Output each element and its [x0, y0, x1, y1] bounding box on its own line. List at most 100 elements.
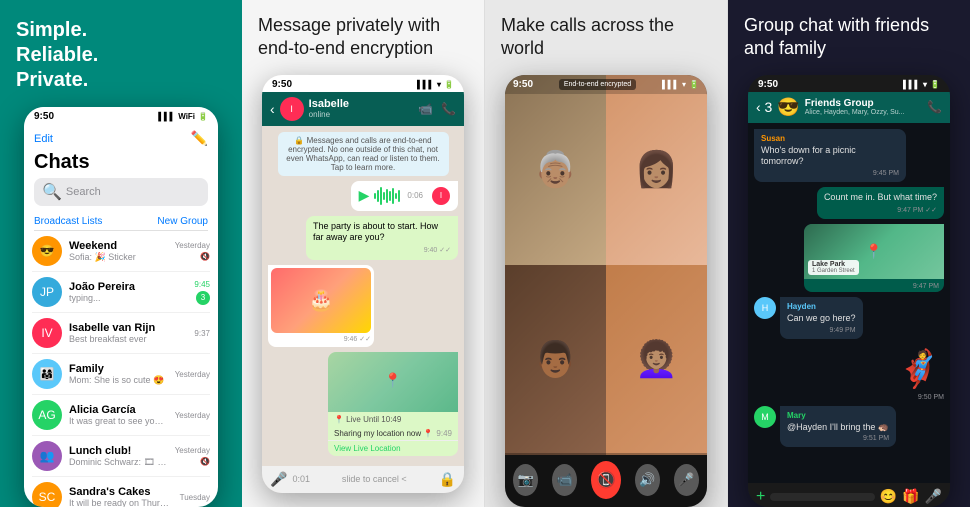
- status-icons-4: ▌▌▌ ▾ 🔋: [903, 80, 940, 89]
- status-bar-2: 9:50 ▌▌▌ ▾ 🔋: [262, 75, 464, 92]
- location-time: 9:47 PM: [809, 283, 939, 290]
- new-group-button[interactable]: New Group: [157, 216, 208, 227]
- panel-2: Message privately with end-to-end encryp…: [242, 0, 485, 507]
- message-text: Count me in. But what time?: [824, 192, 937, 204]
- list-item[interactable]: 👨‍👩‍👧 Family Mom: She is so cute 😍 Yeste…: [32, 354, 210, 395]
- call-icon[interactable]: 📞: [441, 102, 456, 116]
- list-item[interactable]: 😎 Weekend Sofia: 🎉 Sticker Yesterday 🔇: [32, 231, 210, 272]
- chat-meta: 9:45 3: [194, 280, 210, 305]
- play-icon[interactable]: ▶: [359, 187, 370, 204]
- list-item[interactable]: AG Alicia García It was great to see you…: [32, 395, 210, 436]
- signal-icon: ▌▌▌: [158, 112, 175, 121]
- edit-button[interactable]: Edit: [34, 133, 53, 145]
- message-text: Can we go here?: [787, 313, 856, 325]
- location-map: 📍 Lake Park 1 Garden Street: [804, 224, 944, 279]
- wifi-icon: ▾: [437, 80, 441, 89]
- sticker-icon[interactable]: 🎁: [902, 488, 919, 505]
- panel-4-headline: Group chat with friends and family: [744, 14, 954, 61]
- mic-icon[interactable]: 🎤: [270, 471, 287, 488]
- group-header-actions: 📞: [927, 100, 942, 114]
- avatar: JP: [32, 277, 62, 307]
- add-icon[interactable]: +: [756, 488, 765, 506]
- video-call-icon[interactable]: 📹: [418, 102, 433, 116]
- chat-meta: Yesterday 🔇: [175, 446, 210, 466]
- chat-meta: Yesterday 🔇: [175, 241, 210, 261]
- chat-name: Alicia García: [69, 404, 168, 416]
- sharing-row: Sharing my location now 📍 9:49: [328, 427, 458, 440]
- chat-time: Yesterday: [175, 241, 210, 250]
- location-name: Lake Park: [812, 261, 855, 268]
- video-cell-4: 👩🏽‍🦱: [606, 265, 707, 455]
- group-info: Friends Group Alice, Hayden, Mary, Ozzy,…: [805, 98, 905, 116]
- list-item[interactable]: SC Sandra's Cakes It will be ready on Th…: [32, 477, 210, 507]
- broadcast-label[interactable]: Broadcast Lists: [34, 216, 102, 227]
- compose-button[interactable]: ✏️: [191, 130, 208, 147]
- search-bar[interactable]: 🔍 Search: [34, 178, 208, 206]
- wave-bar: [386, 189, 388, 203]
- video-button[interactable]: 📹: [552, 464, 577, 496]
- panel-3-headline: Make calls across the world: [501, 14, 711, 61]
- group-name: Friends Group: [805, 98, 905, 109]
- chat-preview: Mom: She is so cute 😍: [69, 375, 168, 386]
- chat-name: Weekend: [69, 240, 168, 252]
- sharing-text: Sharing my location now 📍: [334, 429, 433, 438]
- wave-bar: [392, 188, 394, 204]
- signal-icon: ▌▌▌: [903, 80, 920, 89]
- chat-meta: Tuesday: [180, 493, 210, 502]
- avatar: AG: [32, 400, 62, 430]
- status-time-3: 9:50: [513, 79, 533, 90]
- hayden-avatar: H: [754, 297, 776, 319]
- end-call-button[interactable]: 📵: [591, 461, 621, 499]
- search-placeholder: Search: [66, 186, 101, 198]
- panel-4: Group chat with friends and family 9:50 …: [728, 0, 970, 507]
- mute-button[interactable]: 🎤: [674, 464, 699, 496]
- avatar: 😎: [32, 236, 62, 266]
- audio-duration: 0:06: [407, 191, 423, 200]
- group-header: ‹ 3 😎 Friends Group Alice, Hayden, Mary,…: [748, 92, 950, 123]
- list-item[interactable]: 👥 Lunch club! Dominic Schwarz: 🎞 GIF Yes…: [32, 436, 210, 477]
- view-location-button[interactable]: View Live Location: [328, 440, 458, 456]
- mary-avatar: M: [754, 406, 776, 428]
- list-item[interactable]: JP João Pereira typing... 9:45 3: [32, 272, 210, 313]
- wave-bar: [383, 192, 385, 200]
- list-item[interactable]: IV Isabelle van Rijn Best breakfast ever…: [32, 313, 210, 354]
- chat-info: Isabelle van Rijn Best breakfast ever: [69, 322, 187, 344]
- sender-name: Hayden: [787, 302, 856, 311]
- mic-icon[interactable]: 🎤: [925, 488, 942, 505]
- back-icon[interactable]: ‹: [270, 101, 275, 117]
- chats-title: Chats: [34, 151, 208, 178]
- battery-icon: 🔋: [198, 112, 208, 121]
- message-text: Who's down for a picnic tomorrow?: [761, 145, 899, 168]
- video-cell-1: 👵🏽: [505, 75, 606, 265]
- chat-name: Sandra's Cakes: [69, 486, 173, 498]
- call-icon[interactable]: 📞: [927, 100, 942, 114]
- status-icons-2: ▌▌▌ ▾ 🔋: [417, 80, 454, 89]
- chat-preview: Sofia: 🎉 Sticker: [69, 252, 168, 263]
- video-status-bar: 9:50 End-to-end encrypted ▌▌▌ ▾ 🔋: [505, 75, 707, 94]
- mute-icon: 🔇: [200, 457, 210, 466]
- wave-bar: [374, 193, 376, 199]
- chat-name: João Pereira: [69, 281, 187, 293]
- speaker-button[interactable]: 🔊: [635, 464, 660, 496]
- chat-bubble: Mary @Hayden I'll bring the 🦔 9:51 PM: [780, 406, 896, 448]
- system-message-text: Messages and calls are end-to-end encryp…: [286, 136, 439, 172]
- chats-phone: 9:50 ▌▌▌ WiFi 🔋 Edit ✏️ Chats 🔍 Search B…: [24, 107, 218, 507]
- bubble-text: The party is about to start. How far awa…: [313, 221, 451, 244]
- location-name-badge: Lake Park 1 Garden Street: [808, 260, 859, 275]
- camera-button[interactable]: 📷: [513, 464, 538, 496]
- wifi-icon: WiFi: [178, 112, 195, 121]
- panel-3: Make calls across the world 9:50 End-to-…: [485, 0, 728, 507]
- message-time: 9:51 PM: [787, 435, 889, 442]
- group-message-input[interactable]: [770, 493, 874, 501]
- sticker-time: 9:50 PM: [894, 394, 944, 401]
- emoji-icon[interactable]: 😊: [880, 488, 897, 505]
- mary-message-row: M Mary @Hayden I'll bring the 🦔 9:51 PM: [754, 406, 944, 448]
- chat-preview: Best breakfast ever: [69, 334, 187, 344]
- chat-bubble: Hayden Can we go here? 9:49 PM: [780, 297, 863, 339]
- back-icon[interactable]: ‹ 3: [756, 99, 772, 115]
- avatar: IV: [32, 318, 62, 348]
- chat-name: Lunch club!: [69, 445, 168, 457]
- sharing-time: 9:49: [436, 429, 452, 438]
- contact-name: Isabelle: [309, 98, 349, 110]
- chat-info: Alicia García It was great to see you! L…: [69, 404, 168, 426]
